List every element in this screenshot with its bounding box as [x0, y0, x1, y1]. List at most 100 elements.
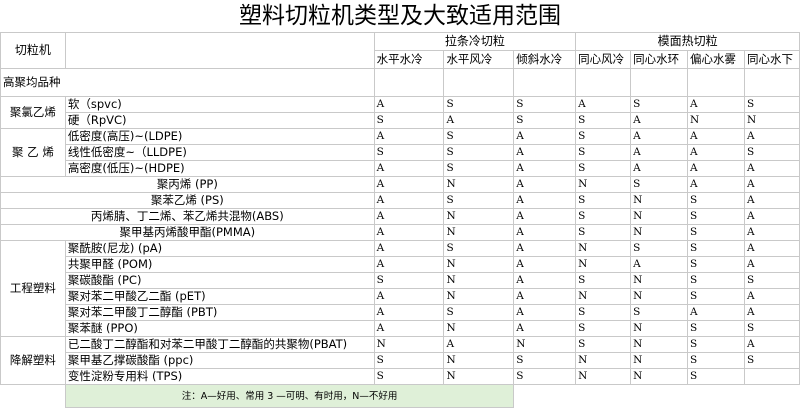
- rating-cell: S: [513, 368, 577, 385]
- empty-cell: [575, 68, 632, 97]
- table-row: 硬（RpVC) S A S S A N N: [1, 112, 800, 129]
- rating-cell: S: [575, 160, 632, 177]
- rating-cell: S: [743, 352, 800, 369]
- polymer-label: 变性淀粉专用料 (TPS): [64, 368, 375, 385]
- rating-cell: A: [373, 128, 445, 145]
- empty-cell: [687, 68, 745, 97]
- polymer-label: 硬（RpVC): [64, 112, 375, 129]
- rating-cell: S: [630, 304, 689, 321]
- rating-cell: N: [443, 320, 515, 337]
- polymer-label: 低密度(高压)~(LDPE): [64, 128, 375, 145]
- rating-cell: N: [630, 192, 689, 209]
- rating-cell: S: [687, 320, 745, 337]
- empty-cell: [688, 385, 745, 408]
- rating-cell: A: [513, 320, 577, 337]
- rating-cell: A: [373, 96, 445, 113]
- rating-cell: N: [443, 176, 515, 193]
- table-row: 聚甲基丙烯酸甲酯(PMMA) A N A S N S A: [0, 224, 800, 241]
- group-header-hotface: 模面热切粒: [575, 32, 800, 51]
- rating-cell: S: [443, 160, 515, 177]
- rating-cell: S: [513, 352, 577, 369]
- rating-cell: N: [575, 352, 632, 369]
- rating-cell: A: [743, 224, 800, 241]
- rating-cell: A: [513, 272, 577, 289]
- table-row: 变性淀粉专用料 (TPS) S N S N N S: [1, 368, 800, 385]
- rating-cell: A: [373, 208, 445, 225]
- rating-cell: S: [575, 208, 632, 225]
- empty-cell: [631, 385, 688, 408]
- granulator-table: 切粒机 拉条冷切粒 模面热切粒 水平水冷 水平风冷 倾斜水冷 同心风冷 同心水环…: [0, 32, 800, 408]
- rating-cell: A: [513, 192, 577, 209]
- table-row: 聚苯醚 (PPO) A N A S N S S: [1, 320, 800, 337]
- rating-cell: S: [373, 144, 445, 161]
- table-row: 丙烯腈、丁二烯、苯乙烯共混物(ABS) A N A S N S A: [0, 208, 800, 225]
- empty-cell: [513, 68, 577, 97]
- group-label: 降解塑料: [0, 336, 66, 385]
- rating-cell: N: [443, 288, 515, 305]
- rating-cell: N: [630, 272, 689, 289]
- rating-cell: A: [743, 336, 800, 353]
- rating-cell: S: [575, 112, 632, 129]
- rating-cell: A: [513, 240, 577, 257]
- rating-cell: A: [575, 96, 632, 113]
- rating-cell: S: [687, 208, 745, 225]
- rating-cell: S: [687, 240, 745, 257]
- rating-cell: N: [630, 224, 689, 241]
- empty-cell: [443, 68, 515, 97]
- rating-cell: S: [373, 112, 445, 129]
- rating-cell: A: [743, 128, 800, 145]
- rating-cell: A: [513, 160, 577, 177]
- rating-cell: S: [743, 272, 800, 289]
- polymer-type-header: 高聚均品种: [0, 68, 375, 97]
- rating-cell: S: [443, 240, 515, 257]
- rating-cell: A: [743, 160, 800, 177]
- rating-cell: N: [630, 208, 689, 225]
- table-row: 线性低密度~（LLDPE) S S A S A A S: [1, 144, 800, 161]
- polymer-label: 线性低密度~（LLDPE): [64, 144, 375, 161]
- group-header-strand: 拉条冷切粒: [373, 32, 577, 51]
- rating-cell: S: [575, 320, 632, 337]
- rating-cell: A: [513, 128, 577, 145]
- rating-cell: N: [443, 224, 515, 241]
- polymer-label: 聚甲基丙烯酸甲酯(PMMA): [0, 224, 375, 241]
- machine-type-header: 切粒机: [0, 32, 66, 69]
- rating-cell: S: [443, 192, 515, 209]
- rating-cell: A: [513, 256, 577, 273]
- rating-cell: A: [373, 288, 445, 305]
- rating-cell: S: [443, 96, 515, 113]
- rating-cell: S: [575, 336, 632, 353]
- rating-cell: S: [743, 96, 800, 113]
- rating-cell: S: [575, 192, 632, 209]
- rating-cell: N: [575, 288, 632, 305]
- rating-cell: N: [630, 336, 689, 353]
- group-label: 工程塑料: [0, 240, 66, 337]
- rating-cell: A: [743, 208, 800, 225]
- group-label: 聚氯乙烯: [0, 96, 66, 129]
- rating-cell: S: [575, 224, 632, 241]
- polymer-label: 丙烯腈、丁二烯、苯乙烯共混物(ABS): [0, 208, 375, 225]
- polymer-label: 软（spvc): [64, 96, 375, 113]
- rating-cell: S: [373, 368, 445, 385]
- rating-cell: N: [513, 336, 577, 353]
- table-row: 聚苯乙烯 (PS) A S A S N S A: [0, 192, 800, 209]
- polymer-label: 聚碳酸酯 (PC): [64, 272, 375, 289]
- rating-cell: A: [743, 256, 800, 273]
- table-row: 聚 乙 烯低密度(高压)~(LDPE) A S A S A A A: [0, 128, 800, 177]
- rating-cell: A: [743, 240, 800, 257]
- table-row: 聚对苯二甲酸丁二醇酯 (PBT) A S A S S A A: [1, 304, 800, 321]
- rating-cell: A: [513, 288, 577, 305]
- spreadsheet: 塑料切粒机类型及大致适用范围 切粒机 拉条冷切粒 模面热切粒 水平水冷 水平风冷…: [0, 0, 800, 419]
- rating-cell: S: [373, 272, 445, 289]
- col-header: 水平风冷: [443, 50, 515, 69]
- rating-cell: A: [687, 160, 745, 177]
- empty-cell: [373, 68, 445, 97]
- rating-cell: A: [630, 144, 689, 161]
- col-header: 同心风冷: [575, 50, 632, 69]
- rating-cell: S: [630, 176, 689, 193]
- rating-cell: S: [687, 368, 745, 385]
- rating-cell: A: [513, 304, 577, 321]
- polymer-label: 聚甲基乙撑碳酸酯 (ppc): [64, 352, 375, 369]
- rating-cell: A: [373, 320, 445, 337]
- rating-cell: A: [513, 224, 577, 241]
- col-header: 同心水下: [743, 50, 800, 69]
